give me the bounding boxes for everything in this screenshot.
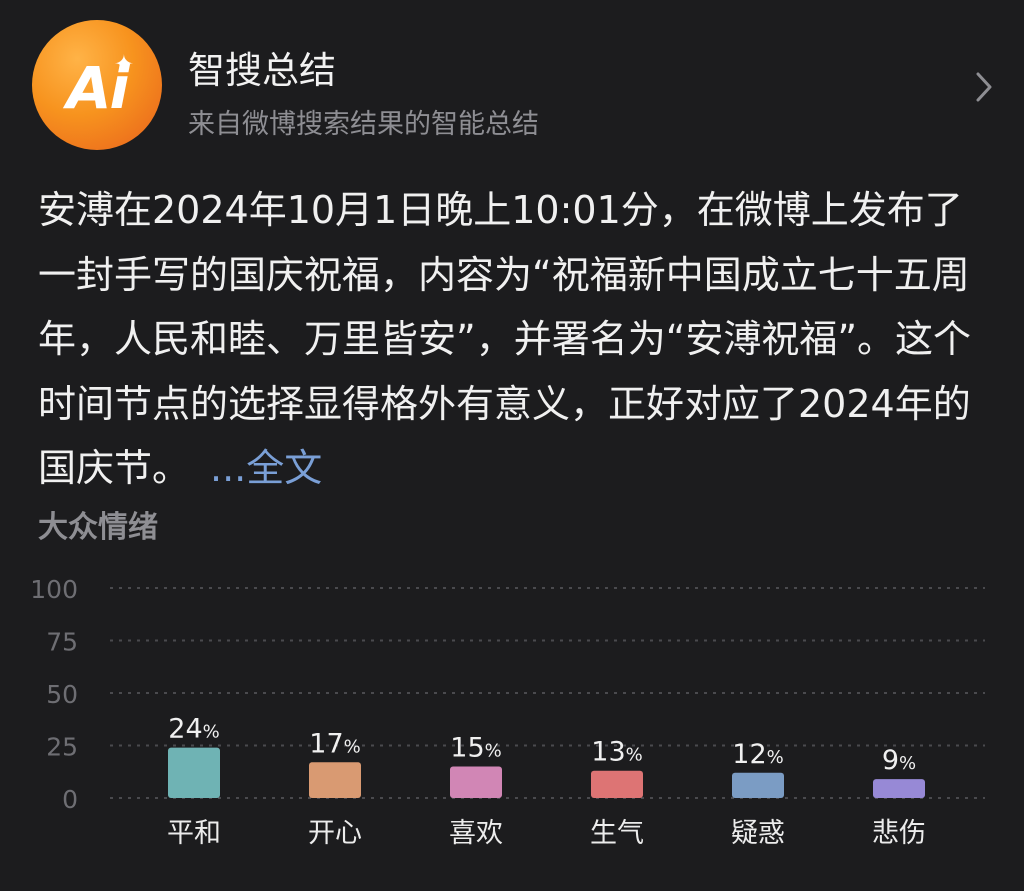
y-tick-label: 25 <box>46 733 78 762</box>
bar-value-label: 12% <box>732 739 783 770</box>
bar <box>309 762 361 798</box>
bar <box>873 779 925 798</box>
summary-header[interactable]: Ai ✦ 智搜总结 来自微博搜索结果的智能总结 <box>0 0 1024 160</box>
category-label: 开心 <box>308 818 362 849</box>
bar-value-label: 24% <box>168 714 219 745</box>
header-subtitle: 来自微博搜索结果的智能总结 <box>188 109 539 140</box>
summary-text: 安溥在2024年10月1日晚上10:01分，在微博上发布了一封手写的国庆祝福，内… <box>38 188 972 490</box>
bar-value-label: 17% <box>309 728 360 759</box>
ai-logo-icon: Ai ✦ <box>32 20 162 150</box>
summary-text-block: 安溥在2024年10月1日晚上10:01分，在微博上发布了一封手写的国庆祝福，内… <box>38 178 988 501</box>
sparkle-icon: ✦ <box>113 50 134 78</box>
bar <box>591 770 643 798</box>
header-title: 智搜总结 <box>188 49 336 92</box>
bar-value-label: 15% <box>450 733 501 764</box>
bar-value-label: 9% <box>882 745 916 776</box>
category-label: 悲伤 <box>872 818 926 849</box>
bar <box>732 772 784 798</box>
bar-value-label: 13% <box>591 737 642 768</box>
bar <box>168 747 220 798</box>
y-tick-label: 75 <box>46 628 78 657</box>
read-more-link[interactable]: ...全文 <box>210 446 322 490</box>
y-tick-label: 50 <box>46 680 78 709</box>
sentiment-section-title: 大众情绪 <box>38 510 158 545</box>
y-tick-label: 100 <box>30 575 78 604</box>
sentiment-bar-chart: 0 25 50 75 100 24% 平和 17% 开心 15% 喜欢 13% 生气 12% 疑惑 9% 悲伤 <box>30 575 985 849</box>
bar <box>450 766 502 798</box>
y-tick-label: 0 <box>62 785 78 814</box>
category-label: 喜欢 <box>449 818 503 849</box>
category-label: 疑惑 <box>731 818 785 849</box>
category-label: 平和 <box>167 818 221 849</box>
chevron-right-icon[interactable] <box>968 62 1000 112</box>
category-label: 生气 <box>590 818 644 849</box>
